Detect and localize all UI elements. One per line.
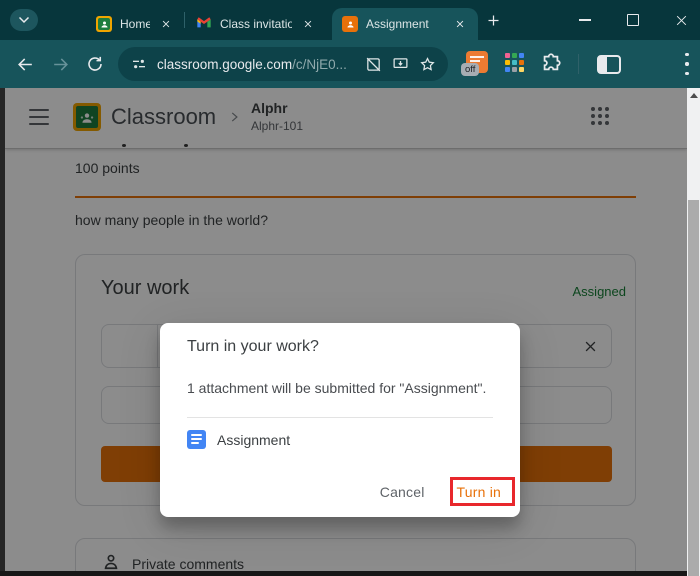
extensions-menu-button[interactable] <box>540 52 562 74</box>
window-close-button[interactable] <box>667 8 695 32</box>
side-panel-button[interactable] <box>597 55 621 74</box>
bookmark-star-button[interactable] <box>418 55 436 73</box>
cancel-button[interactable]: Cancel <box>378 482 427 502</box>
annotation-highlight-box <box>450 477 515 506</box>
address-bar[interactable]: classroom.google.com/c/NjE0... <box>118 47 448 81</box>
tab-class-invitation[interactable]: Class invitation <box>186 8 326 40</box>
chevron-down-icon <box>18 16 30 24</box>
tab-title: Home <box>120 17 150 31</box>
translate-off-button[interactable] <box>364 55 382 73</box>
close-icon <box>675 14 688 27</box>
scrollbar-up-button[interactable] <box>689 93 698 98</box>
window-minimize-button[interactable] <box>571 8 599 32</box>
back-button[interactable] <box>15 54 35 74</box>
classroom-home-favicon-icon <box>96 16 112 32</box>
reload-button[interactable] <box>85 54 105 74</box>
arrow-right-icon <box>51 55 70 74</box>
extension-bento-button[interactable] <box>505 53 524 72</box>
toolbar-separator <box>578 54 579 74</box>
site-info-button[interactable] <box>130 55 148 73</box>
tab-title: Assignment <box>366 17 429 31</box>
reload-icon <box>86 55 104 73</box>
tab-assignment-active[interactable]: Assignment <box>332 8 478 40</box>
tab-close-button[interactable] <box>300 16 316 32</box>
arrow-left-icon <box>16 55 35 74</box>
google-docs-icon <box>187 430 206 449</box>
scrollbar-thumb[interactable] <box>688 200 699 576</box>
tab-home[interactable]: Home <box>86 8 184 40</box>
tab-close-button[interactable] <box>452 16 468 32</box>
minimize-icon <box>579 19 591 21</box>
page-scrollbar[interactable] <box>687 88 700 576</box>
tab-title: Class invitation <box>220 17 292 31</box>
url-path: /c/NjE0... <box>292 56 347 72</box>
forward-button[interactable] <box>50 54 70 74</box>
puzzle-icon <box>540 52 562 74</box>
browser-menu-button[interactable] <box>684 53 690 75</box>
classroom-assignment-favicon-icon <box>342 16 358 32</box>
extension-adblock-button[interactable]: off <box>461 51 488 76</box>
window-maximize-button[interactable] <box>619 8 647 32</box>
maximize-icon <box>627 14 639 26</box>
tab-close-button[interactable] <box>158 16 174 32</box>
plus-icon <box>486 13 501 28</box>
new-tab-button[interactable] <box>483 10 503 30</box>
tab-separator <box>184 12 185 28</box>
gmail-icon <box>196 16 212 32</box>
adblock-off-badge: off <box>461 63 480 76</box>
install-app-button[interactable] <box>391 55 409 73</box>
tab-strip: Home Class invitation <box>0 0 700 40</box>
dialog-body: 1 attachment will be submitted for "Assi… <box>187 380 487 396</box>
tab-search-button[interactable] <box>10 9 38 31</box>
url-domain: classroom.google.com <box>157 56 293 72</box>
dialog-divider <box>187 417 493 418</box>
browser-window: Home Class invitation <box>0 0 700 576</box>
dialog-title: Turn in your work? <box>187 338 319 355</box>
attachment-name: Assignment <box>217 432 291 448</box>
url-text: classroom.google.com/c/NjE0... <box>157 57 355 72</box>
